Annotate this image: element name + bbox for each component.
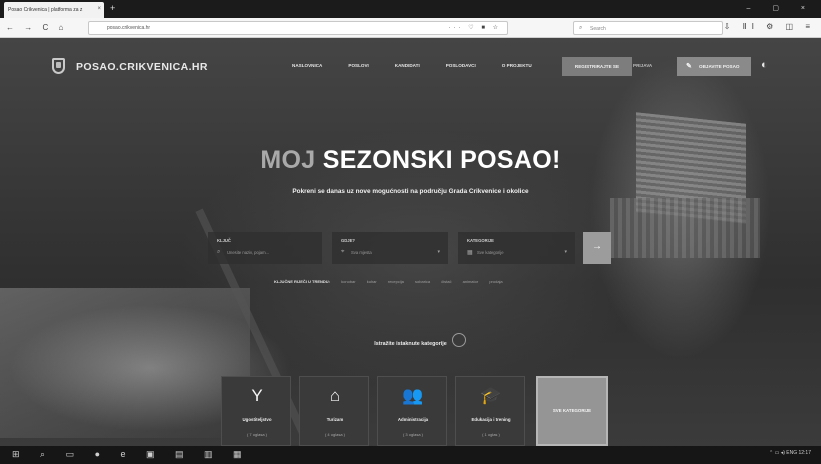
search-placeholder: Search [590, 26, 606, 32]
site-name[interactable]: POSAO.CRIKVENICA.HR [76, 61, 208, 73]
beach-background [0, 288, 250, 438]
menu-item-naslovnica[interactable]: NASLOVNICA [292, 63, 322, 73]
category-grid-icon: ▦ [467, 250, 473, 256]
menu-item-o-projektu[interactable]: O PROJEKTU [502, 63, 532, 73]
category-count: ( 7 oglasa ) [246, 432, 267, 437]
browser-search-input[interactable]: ⌕ Search [573, 21, 723, 35]
search-submit-button[interactable]: → [583, 232, 611, 264]
register-button[interactable]: REGISTRIRAJTE SE [562, 57, 632, 76]
login-link[interactable]: PRIJAVA [633, 63, 652, 68]
category-name: Edukacija i trening [471, 417, 511, 422]
page-actions-icons[interactable]: ··· ♡ ■ ☆ [449, 24, 501, 31]
tab-title: Posao Crikvenica | platforma za z [8, 7, 83, 13]
all-categories-label: SVE KATEGORIJE [552, 408, 592, 413]
keyword-link[interactable]: recepcija [388, 279, 404, 284]
category-name: Turizam [326, 417, 344, 422]
category-name: Administracija [397, 417, 429, 422]
category-card-ugostiteljstvo[interactable]: Y Ugostiteljstvo ( 7 oglasa ) [221, 376, 291, 446]
category-field[interactable]: KATEGORIJE ▦ Sve kategorije ▾ [458, 232, 575, 264]
logo-shield-icon [56, 62, 61, 68]
keyword-link[interactable]: konobar [341, 279, 355, 284]
menu-item-kandidati[interactable]: KANDIDATI [395, 63, 420, 73]
location-field[interactable]: GDJE? ⌖ Sva mjesta ▾ [332, 232, 448, 264]
chevron-down-icon: ▾ [564, 249, 567, 255]
keyword-search-icon: ⌕ [217, 249, 221, 255]
system-tray[interactable]: ⌃ ▭ ◂) ENG 12:17 [769, 450, 811, 456]
location-label: GDJE? [341, 238, 355, 243]
address-bar[interactable]: posao.crikvenica.hr ··· ♡ ■ ☆ [88, 21, 508, 35]
hero-title-bold: SEZONSKI POSAO! [322, 146, 561, 174]
keyword-link[interactable]: animator [463, 279, 479, 284]
browser-tab[interactable]: Posao Crikvenica | platforma za z × [4, 2, 104, 18]
browser-toolbar: ← → C ⌂ posao.crikvenica.hr ··· ♡ ■ ☆ ⌕ … [0, 18, 821, 38]
graduation-cap-icon: 🎓 [480, 386, 502, 405]
users-icon: 👥 [402, 386, 424, 405]
town-background [610, 198, 760, 258]
featured-categories-heading: Istražite istaknute kategorije [374, 341, 447, 347]
edit-icon: ✎ [686, 63, 692, 70]
site-header: POSAO.CRIKVENICA.HR NASLOVNICA POSLOVI K… [0, 44, 821, 90]
hero-title: MOJ SEZONSKI POSAO! [0, 146, 821, 175]
category-select[interactable]: Sve kategorije [477, 250, 504, 255]
windows-taskbar: ⊞ ⌕ ▭ ● e ▣ ▤ ▥ ▦ ⌃ ▭ ◂) ENG 12:17 [0, 446, 821, 464]
hero-page: POSAO.CRIKVENICA.HR NASLOVNICA POSLOVI K… [0, 38, 821, 446]
menu-item-poslodavci[interactable]: POSLODAVCI [446, 63, 476, 73]
menu-item-poslovi[interactable]: POSLOVI [348, 63, 368, 73]
scroll-down-icon[interactable] [452, 333, 466, 347]
new-tab-icon[interactable]: + [110, 3, 115, 13]
site-logo-icon[interactable] [52, 58, 65, 74]
keyword-link[interactable]: sobarica [415, 279, 430, 284]
category-label: KATEGORIJE [467, 238, 494, 243]
language-globe-icon[interactable]: ◐ [761, 59, 768, 71]
post-job-button[interactable]: ✎ OBJAVITE POSAO [677, 57, 751, 76]
hero-title-light: MOJ [260, 146, 316, 174]
hero-subtitle: Pokreni se danas uz nove mogućnosti na p… [292, 188, 529, 195]
category-card-administracija[interactable]: 👥 Administracija ( 3 oglasa ) [377, 376, 447, 446]
all-categories-button[interactable]: SVE KATEGORIJE [536, 376, 608, 446]
chevron-down-icon: ▾ [437, 249, 440, 255]
keyword-link[interactable]: prodaja [489, 279, 502, 284]
category-name: Ugostiteljstvo [242, 417, 272, 422]
trending-keywords: KLJUČNE RIJEČI U TRENDU: konobar kuhar r… [274, 279, 513, 284]
toolbar-icons[interactable]: ⇩ ⅡⅠ ⚙ ◫ ≡ [724, 22, 815, 31]
search-icon: ⌕ [579, 25, 583, 31]
main-menu: NASLOVNICA POSLOVI KANDIDATI POSLODAVCI … [292, 63, 532, 73]
tab-close-icon[interactable]: × [97, 6, 101, 12]
keyword-input[interactable]: Unesite naziv, pojam... [227, 250, 269, 255]
browser-tab-bar: Posao Crikvenica | platforma za z × + – … [0, 0, 821, 18]
category-count: ( 1 oglas ) [482, 432, 500, 437]
location-select[interactable]: Sva mjesta [351, 250, 372, 255]
category-card-turizam[interactable]: ⌂ Turizam ( 4 oglasa ) [299, 376, 369, 446]
cocktail-icon: Y [251, 386, 263, 405]
keyword-field[interactable]: KLJUČ ⌕ Unesite naziv, pojam... [208, 232, 322, 264]
location-pin-icon: ⌖ [341, 249, 345, 255]
post-job-label: OBJAVITE POSAO [699, 64, 740, 69]
category-count: ( 3 oglasa ) [402, 432, 423, 437]
window-controls[interactable]: – ▢ × [747, 4, 815, 12]
category-card-edukacija[interactable]: 🎓 Edukacija i trening ( 1 oglas ) [455, 376, 525, 446]
screen: Posao Crikvenica | platforma za z × + – … [0, 0, 821, 464]
keyword-link[interactable]: čistač [441, 279, 451, 284]
keyword-link[interactable]: kuhar [367, 279, 377, 284]
trending-keywords-label: KLJUČNE RIJEČI U TRENDU: [274, 279, 331, 284]
taskbar-app-icons[interactable]: ⊞ ⌕ ▭ ● e ▣ ▤ ▥ ▦ [12, 449, 251, 460]
navigation-buttons[interactable]: ← → C ⌂ [6, 23, 67, 32]
home-icon: ⌂ [329, 386, 341, 405]
category-count: ( 4 oglasa ) [324, 432, 345, 437]
url-text: posao.crikvenica.hr [107, 25, 151, 31]
keyword-label: KLJUČ [217, 238, 231, 243]
